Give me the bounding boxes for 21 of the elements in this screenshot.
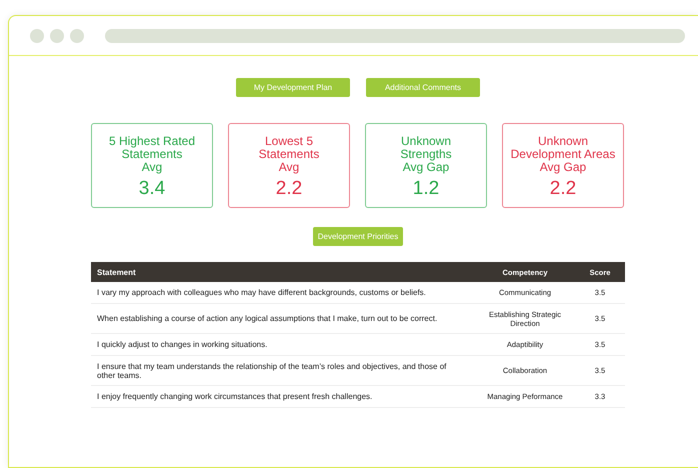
window-control-icon[interactable]: [30, 28, 44, 42]
card-value: 2.2: [550, 178, 576, 200]
table-cell-text: I quickly adjust to changes in working situations.: [96, 340, 268, 349]
card-title: Unknown Strengths Avg Gap: [399, 135, 453, 174]
nav-button[interactable]: My Development Plan: [236, 78, 350, 97]
table-cell-text: I vary my approach with colleagues who may have different backgrounds, customs or beliefs.: [96, 288, 427, 297]
card-value: 3.4: [138, 178, 166, 200]
priorities-button[interactable]: Development Priorities: [313, 227, 403, 246]
window-control-icon[interactable]: [70, 28, 84, 42]
card-title: Unknown Development Areas Avg Gap: [510, 135, 616, 174]
card-value: 1.2: [412, 178, 440, 200]
address-bar[interactable]: [105, 28, 685, 42]
column-header: Statement: [96, 268, 137, 276]
nav-button[interactable]: Additional Comments: [366, 78, 480, 97]
window-control-icon[interactable]: [50, 28, 64, 42]
card-value: 2.2: [276, 178, 302, 200]
table-cell-text: I enjoy frequently changing work circumstances that present fresh challenges.: [96, 392, 374, 401]
card-title: 5 Highest Rated Statements Avg: [108, 135, 196, 174]
card-title: Lowest 5 Statements Avg: [258, 135, 320, 174]
table-cell-text: When establishing a course of action any logical assumptions that I make, turn out to be correct.: [96, 314, 438, 323]
table-cell-text: I ensure that my team understands the relationship of the team’s roles and objectives, and those of other teams.: [96, 362, 447, 380]
